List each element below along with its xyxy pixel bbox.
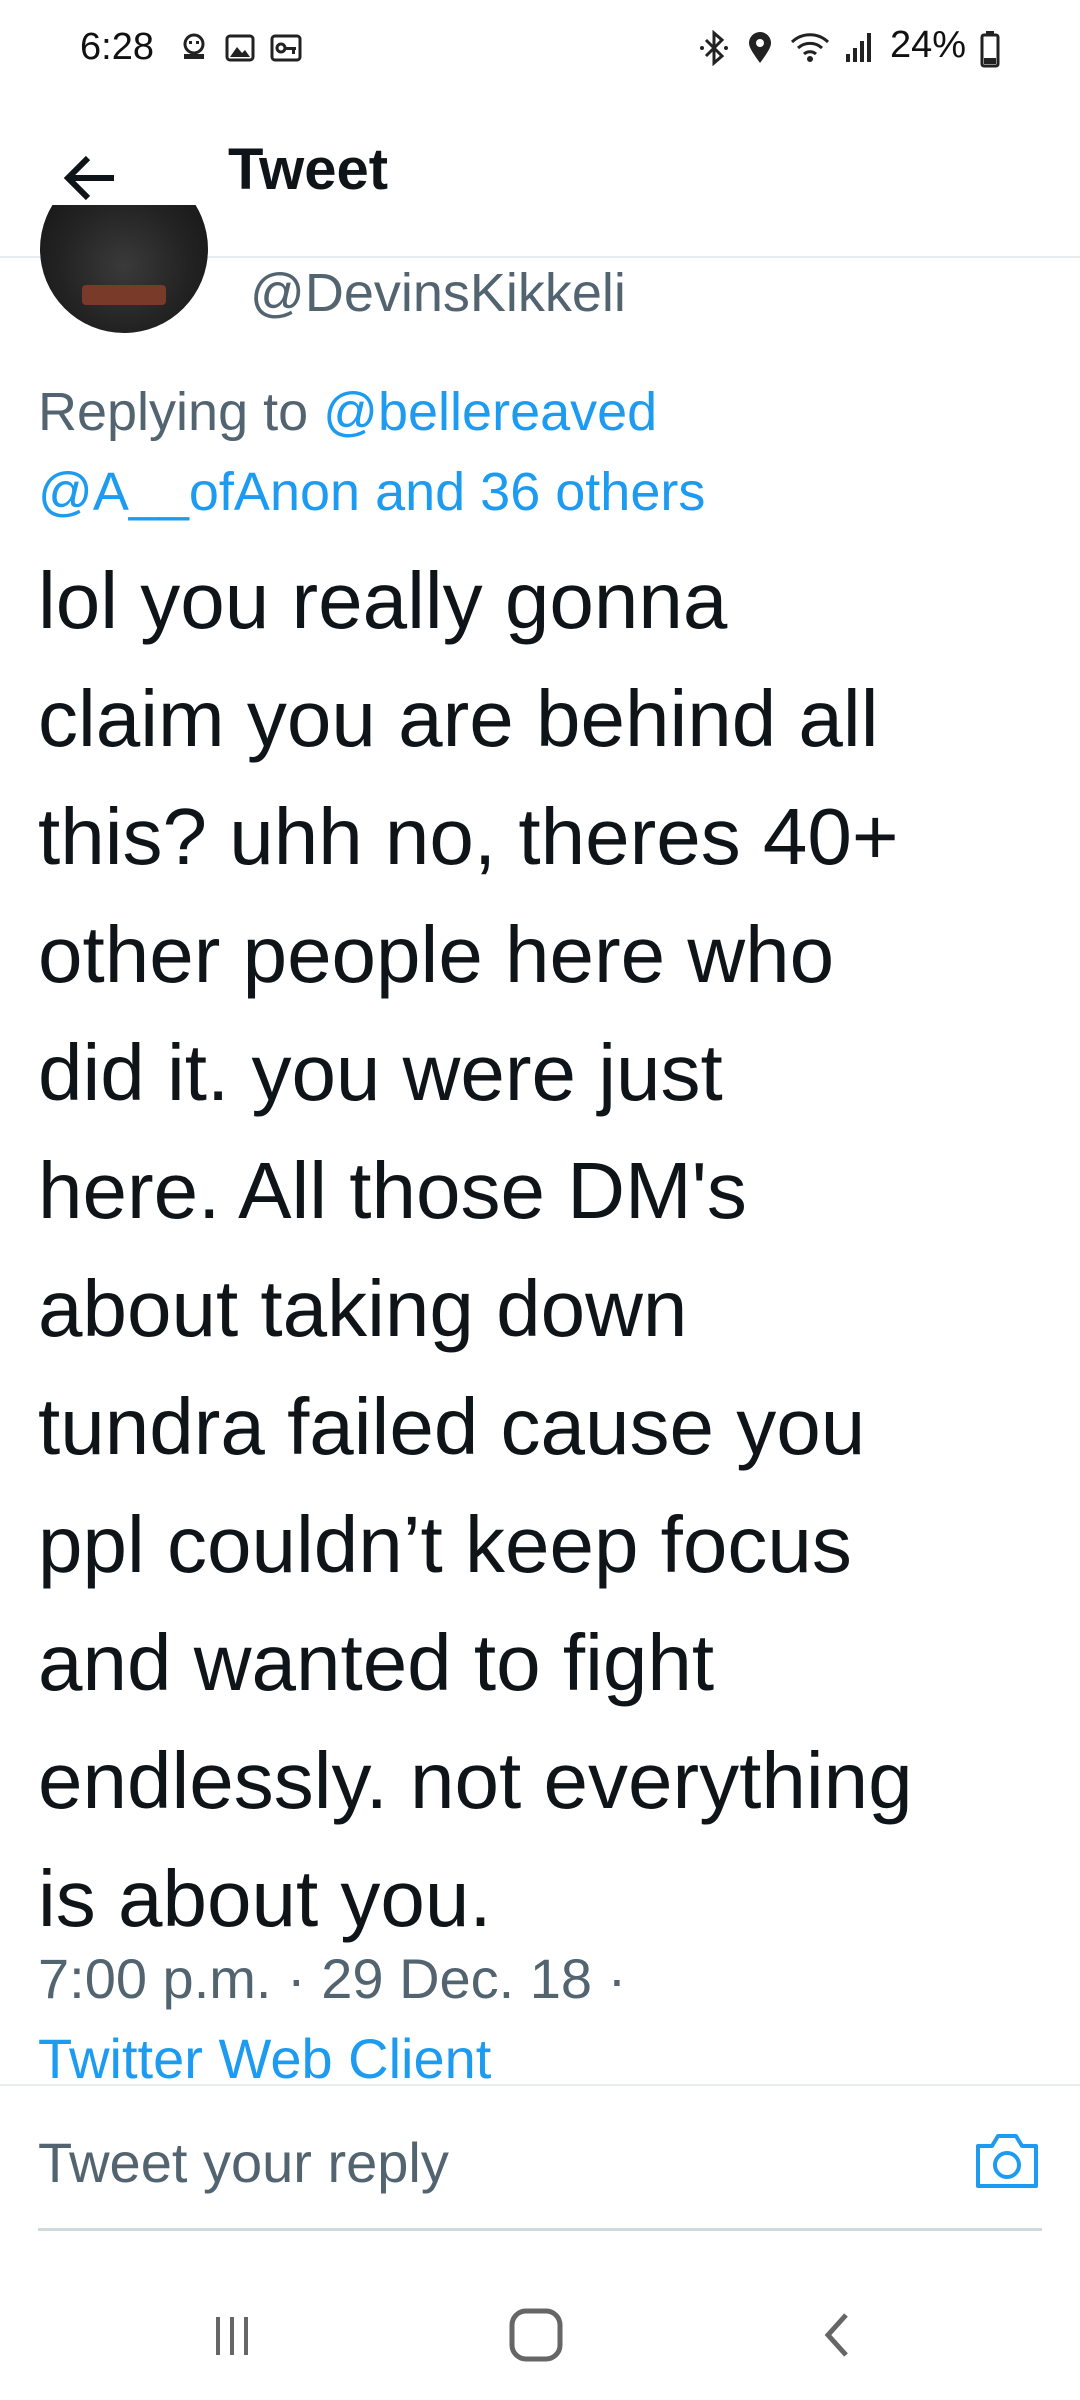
camera-icon (976, 2134, 1038, 2188)
home-icon (509, 2308, 563, 2362)
avatar[interactable] (40, 205, 208, 335)
status-bar: 6:28 24% (0, 0, 1080, 100)
gallery-icon (224, 32, 256, 64)
status-right-icons: 24% (698, 24, 1000, 67)
reply-input[interactable]: Tweet your reply (38, 2130, 449, 2195)
tweet-source-link[interactable]: Twitter Web Client (38, 2026, 491, 2084)
divider (0, 2084, 1080, 2086)
bluetooth-icon (698, 29, 730, 66)
notification-icon (178, 32, 210, 64)
recent-apps-icon (216, 2317, 248, 2355)
wifi-icon (790, 30, 830, 62)
nav-back-button[interactable] (798, 2300, 878, 2370)
vpn-key-icon (270, 32, 302, 64)
location-icon (744, 30, 776, 63)
status-time: 6:28 (80, 26, 154, 68)
back-icon (824, 2313, 848, 2357)
camera-button[interactable] (972, 2126, 1042, 2196)
avatar-image (40, 205, 208, 333)
system-nav-bar (0, 2270, 1080, 2400)
signal-icon (844, 30, 876, 62)
battery-icon (980, 30, 1000, 67)
replying-prefix: Replying to (38, 382, 324, 442)
avatar-detail (82, 285, 166, 305)
home-button[interactable] (496, 2300, 576, 2370)
page-title: Tweet (228, 137, 389, 202)
battery-level: 24% (889, 24, 966, 66)
replying-to: Replying to @bellereaved @A__ofAnon and … (38, 372, 1038, 532)
reply-composer[interactable]: Tweet your reply (38, 2116, 1042, 2231)
tweet-text: lol you really gonna claim you are behin… (38, 556, 913, 1943)
arrow-left-icon (63, 155, 114, 201)
tweet-timestamp: 7:00 p.m. · 29 Dec. 18 · (38, 1947, 627, 2010)
status-left-icons (178, 32, 302, 64)
recent-apps-button[interactable] (192, 2300, 272, 2370)
reply-user-link[interactable]: @A__ofAnon (38, 462, 360, 522)
author-handle[interactable]: @DevinsKikkeli (250, 262, 626, 324)
reply-user-link[interactable]: @bellereaved (323, 382, 657, 442)
reply-others-link[interactable]: and 36 others (375, 462, 705, 522)
